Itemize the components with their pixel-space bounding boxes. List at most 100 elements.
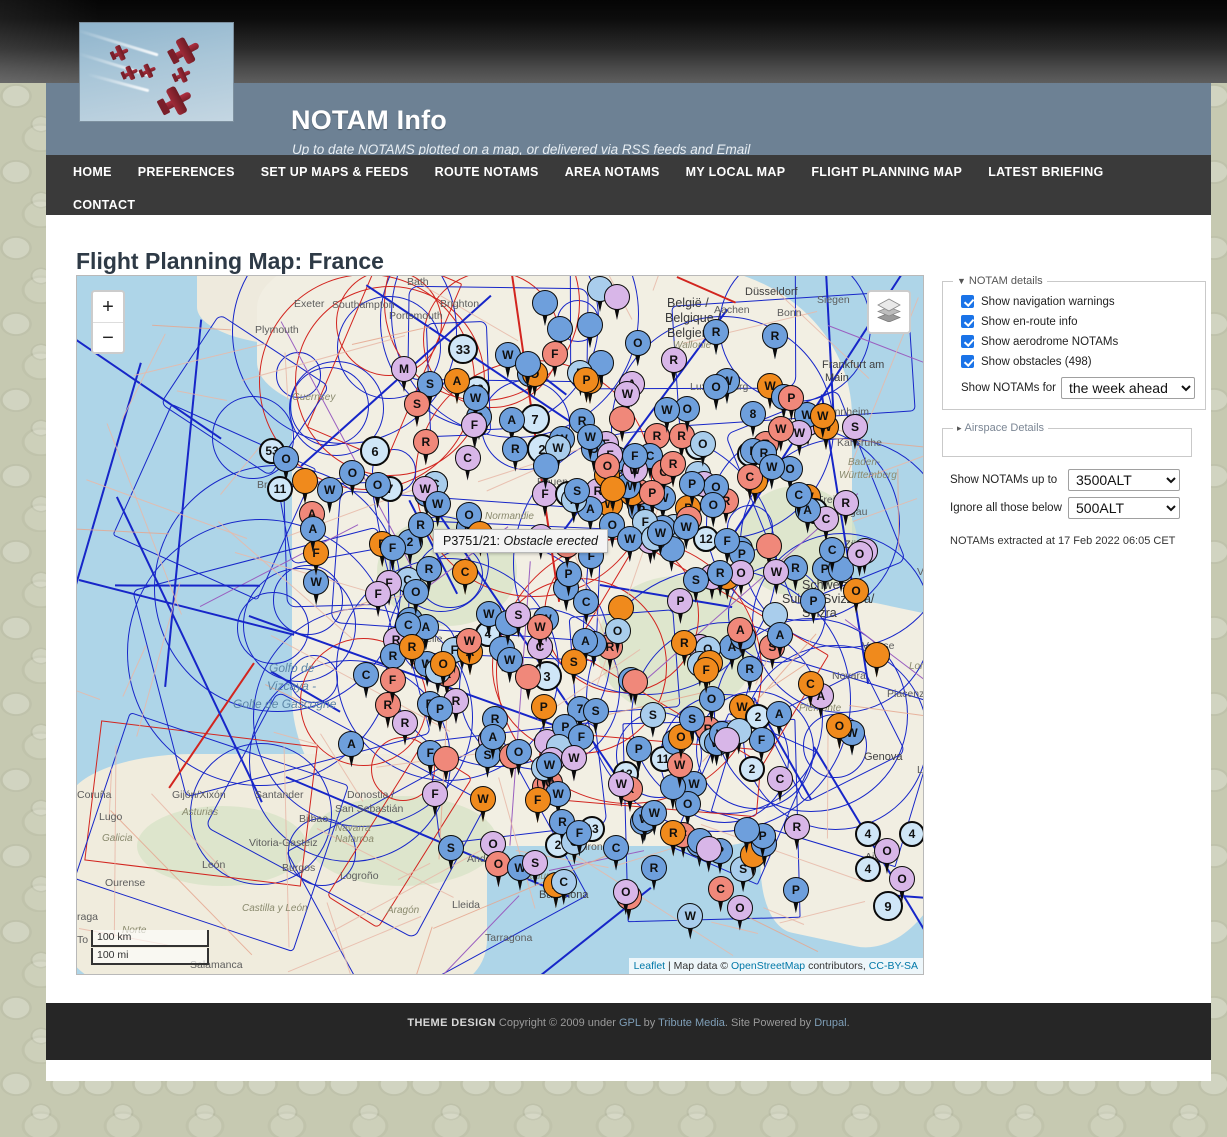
notam-pin-marker[interactable]: O — [430, 651, 457, 688]
notam-pin-marker[interactable]: O — [726, 894, 753, 931]
notam-pin-marker[interactable]: O — [402, 579, 429, 616]
notam-pin-marker[interactable]: P — [800, 588, 827, 624]
notam-pin-marker[interactable]: R — [641, 854, 667, 891]
collapse-toggle-icon[interactable]: ▼ — [957, 276, 966, 286]
notam-pin-marker[interactable] — [577, 312, 603, 348]
notam-pin-marker[interactable]: W — [608, 771, 635, 808]
map-canvas[interactable]: Bath Southampton Exeter Brighton Portsmouth P… — [77, 276, 923, 974]
notam-pin-marker[interactable]: S — [682, 566, 709, 603]
notam-pin-marker[interactable]: C — [452, 558, 479, 595]
chk-en-route-info[interactable] — [961, 315, 974, 328]
notam-cluster-marker[interactable]: 4 — [899, 821, 923, 847]
notam-pin-marker[interactable]: O — [339, 459, 366, 496]
notam-pin-marker[interactable]: A — [766, 621, 793, 658]
nav-preferences-item[interactable]: PREFERENCES — [125, 155, 248, 188]
license-link[interactable]: CC-BY-SA — [869, 960, 918, 972]
nav-area-notams[interactable]: AREA NOTAMS — [552, 155, 673, 188]
altitude-upper-select[interactable]: 1500ALT2500ALT3500ALT5000ALT10000ALT — [1068, 469, 1180, 491]
notam-pin-marker[interactable]: A — [338, 731, 365, 768]
notam-pin-marker[interactable] — [532, 453, 559, 490]
zoom-out-button[interactable]: − — [93, 322, 123, 352]
notam-pin-marker[interactable]: R — [392, 709, 419, 746]
notam-pin-marker[interactable] — [733, 817, 760, 854]
notam-pin-marker[interactable]: F — [524, 787, 551, 824]
notam-pin-marker[interactable]: A — [299, 516, 326, 553]
notam-pin-marker[interactable]: W — [560, 745, 587, 782]
drupal-link[interactable]: Drupal — [814, 1017, 846, 1029]
notam-pin-marker[interactable]: S — [560, 649, 587, 686]
tribute-media-link[interactable]: Tribute Media — [658, 1017, 725, 1029]
notam-pin-marker[interactable]: R — [502, 435, 529, 472]
notam-pin-marker[interactable]: S — [564, 477, 591, 514]
notam-pin-marker[interactable]: S — [639, 701, 666, 738]
notam-pin-marker[interactable]: O — [703, 374, 730, 411]
chk-aerodrome-notams-label[interactable]: Show aerodrome NOTAMs — [981, 336, 1118, 348]
notam-pin-marker[interactable]: R — [707, 560, 734, 597]
notam-pin-marker[interactable]: W — [677, 903, 704, 940]
notam-pin-marker[interactable]: W — [653, 396, 680, 433]
notam-pin-marker[interactable]: F — [621, 443, 648, 480]
notam-pin-marker[interactable]: C — [454, 444, 481, 481]
chk-obstacles-label[interactable]: Show obstacles (498) — [981, 356, 1092, 368]
notam-pin-marker[interactable]: P — [426, 696, 453, 733]
nav-route-notams[interactable]: ROUTE NOTAMS — [422, 155, 552, 188]
nav-set-up-maps-feeds[interactable]: SET UP MAPS & FEEDS — [248, 155, 422, 188]
zoom-in-button[interactable]: + — [93, 292, 123, 322]
notam-pin-marker[interactable]: S — [403, 391, 430, 428]
notam-pin-marker[interactable]: C — [819, 536, 846, 573]
leaflet-link[interactable]: Leaflet — [634, 960, 666, 972]
notam-pin-marker[interactable]: M — [391, 356, 417, 392]
notam-pin-marker[interactable]: C — [767, 766, 793, 802]
notam-pin-marker[interactable]: S — [582, 698, 609, 735]
notam-pin-marker[interactable]: R — [407, 511, 434, 548]
expand-toggle-icon[interactable]: ▸ — [957, 423, 962, 433]
notam-pin-marker[interactable]: R — [412, 429, 439, 466]
notam-pin-marker[interactable]: W — [641, 799, 668, 836]
notam-pin-marker[interactable]: O — [604, 617, 631, 654]
notam-pin-marker[interactable]: W — [647, 519, 674, 556]
notam-pin-marker[interactable]: P — [782, 877, 809, 914]
notam-pin-marker[interactable]: W — [456, 627, 483, 664]
notam-pin-marker[interactable]: O — [624, 330, 651, 367]
notam-pin-marker[interactable]: C — [797, 670, 824, 707]
notam-pin-marker[interactable]: O — [843, 577, 870, 614]
notam-cluster-marker[interactable]: 4 — [855, 856, 881, 882]
notam-pin-marker[interactable]: W — [536, 751, 563, 788]
nav-home-item[interactable]: HOME — [60, 155, 125, 188]
altitude-lower-select[interactable]: 0ALT500ALT1000ALT1500ALT — [1068, 497, 1180, 519]
notam-pin-marker[interactable]: R — [761, 323, 788, 360]
nav-flight-planning-map[interactable]: FLIGHT PLANNING MAP — [798, 155, 975, 188]
notam-pin-marker[interactable]: W — [763, 558, 790, 595]
notam-pin-marker[interactable]: C — [785, 481, 812, 518]
notam-pin-marker[interactable]: F — [365, 580, 392, 617]
notam-pin-marker[interactable]: S — [505, 601, 532, 638]
notam-pin-marker[interactable] — [433, 745, 459, 782]
notam-pin-marker[interactable]: R — [832, 490, 859, 527]
notam-pin-marker[interactable]: S — [522, 849, 549, 886]
airspace-details-legend[interactable]: ▸ Airspace Details — [953, 422, 1048, 434]
notam-pin-marker[interactable] — [609, 406, 636, 443]
nav-flight-planning-map-item[interactable]: FLIGHT PLANNING MAP — [798, 155, 975, 188]
nav-home[interactable]: HOME — [60, 155, 125, 188]
nav-area-notams-item[interactable]: AREA NOTAMS — [552, 155, 673, 188]
notam-pin-marker[interactable]: O — [364, 472, 391, 509]
notam-pin-marker[interactable] — [292, 468, 318, 504]
notam-pin-marker[interactable]: C — [550, 868, 577, 905]
notam-pin-marker[interactable] — [714, 726, 741, 763]
flight-planning-map[interactable]: Bath Southampton Exeter Brighton Portsmouth P… — [76, 275, 924, 975]
nav-set-up-maps-feeds-item[interactable]: SET UP MAPS & FEEDS — [248, 155, 422, 188]
nav-preferences[interactable]: PREFERENCES — [125, 155, 248, 188]
notam-pin-marker[interactable]: O — [612, 878, 639, 915]
map-zoom-control[interactable]: + − — [91, 290, 125, 354]
chk-navigation-warnings-label[interactable]: Show navigation warnings — [981, 296, 1115, 308]
notam-pin-marker[interactable] — [604, 284, 630, 320]
notam-pin-marker[interactable] — [515, 664, 542, 701]
notam-pin-marker[interactable]: R — [671, 630, 698, 667]
notam-pin-marker[interactable]: P — [625, 736, 652, 773]
gpl-link[interactable]: GPL — [619, 1017, 641, 1029]
notam-pin-marker[interactable]: P — [573, 366, 600, 403]
notam-pin-marker[interactable]: C — [353, 662, 380, 699]
notam-pin-marker[interactable]: C — [603, 834, 630, 871]
notam-pin-marker[interactable]: F — [566, 820, 593, 857]
notam-pin-marker[interactable]: W — [767, 415, 794, 452]
